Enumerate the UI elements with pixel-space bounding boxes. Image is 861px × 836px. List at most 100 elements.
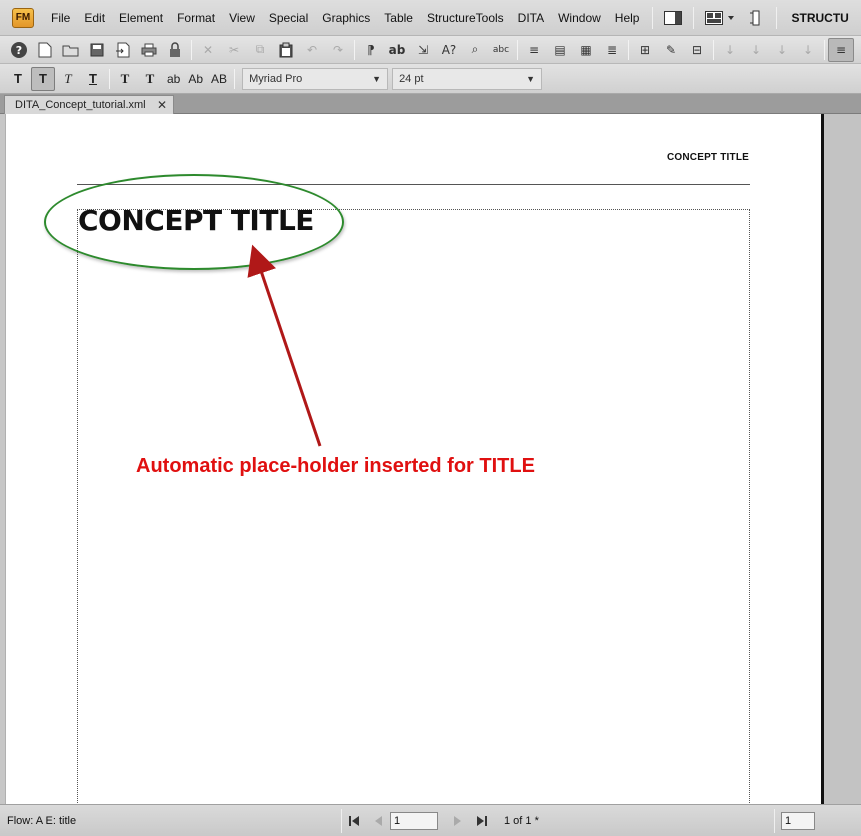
font-family-value: Myriad Pro <box>249 72 303 85</box>
menu-view[interactable]: View <box>222 7 262 29</box>
page-number-input[interactable] <box>390 811 438 830</box>
align-justify-icon[interactable]: ≣ <box>599 38 625 62</box>
italic-button[interactable]: T <box>56 67 80 91</box>
annotation-ellipse <box>44 174 344 270</box>
font-size-value: 24 pt <box>399 72 424 85</box>
superscript-button[interactable]: T <box>113 67 137 91</box>
panel-layout-icon[interactable] <box>663 9 683 27</box>
element-catalog-icon[interactable]: ⊟ <box>684 38 710 62</box>
page-count: 1 of 1 * <box>504 814 539 827</box>
font-family-select[interactable]: Myriad Pro ▼ <box>242 67 389 90</box>
close-icon[interactable]: ✕ <box>157 98 167 112</box>
uppercase-button[interactable]: AB <box>207 67 231 91</box>
lock-icon[interactable] <box>162 38 188 62</box>
align-center-icon[interactable]: ≡ <box>521 38 547 62</box>
toolbar-separator <box>824 39 825 60</box>
menu-separator <box>776 6 778 29</box>
arrow-down-icon[interactable]: ↓ <box>769 38 795 62</box>
spell-check-icon[interactable]: abc <box>488 38 514 62</box>
paragraph-icon[interactable]: ▤ <box>547 38 573 62</box>
table-icon[interactable]: ▦ <box>573 38 599 62</box>
status-separator <box>774 808 775 833</box>
lowercase-button[interactable]: ab <box>163 67 184 91</box>
standard-toolbar: ? ✕ ✂ ⧉ ↶ ↷ ⁋ ab ⇲ A? ⌕ abc ≡ ▤ ▦ ≣ ⊞ ✎ … <box>0 36 861 64</box>
chevron-down-icon: ▼ <box>526 73 536 84</box>
menu-special[interactable]: Special <box>262 7 315 29</box>
toolbar-separator <box>628 39 629 60</box>
find-icon[interactable]: A? <box>436 38 462 62</box>
arrow-down-icon[interactable]: ↓ <box>717 38 743 62</box>
toolbar-separator <box>109 68 110 89</box>
document-canvas: CONCEPT TITLE CONCEPT TITLE Automatic pl… <box>0 114 861 809</box>
workspace-label[interactable]: STRUCTU <box>791 11 848 25</box>
edit-attributes-icon[interactable]: ✎ <box>658 38 684 62</box>
menu-file[interactable]: File <box>44 7 77 29</box>
right-gutter <box>824 114 861 804</box>
menu-help[interactable]: Help <box>608 7 647 29</box>
menu-element[interactable]: Element <box>112 7 170 29</box>
spelling-icon[interactable]: ab <box>384 38 410 62</box>
open-folder-icon[interactable] <box>58 38 84 62</box>
insert-cross-ref-icon[interactable]: ⇲ <box>410 38 436 62</box>
bold-button[interactable]: T <box>31 66 55 91</box>
help-icon[interactable]: ? <box>6 38 32 62</box>
menu-separator <box>693 6 695 29</box>
save-icon[interactable] <box>84 38 110 62</box>
arrow-down-icon[interactable]: ↓ <box>743 38 769 62</box>
plain-text-button[interactable]: T <box>6 67 30 91</box>
document-split-icon[interactable] <box>746 9 766 27</box>
cut-icon[interactable]: ✂ <box>221 38 247 62</box>
menu-format[interactable]: Format <box>170 7 222 29</box>
font-size-select[interactable]: 24 pt ▼ <box>392 67 543 90</box>
underline-button[interactable]: T <box>81 67 105 91</box>
copy-icon[interactable]: ⧉ <box>247 38 273 62</box>
svg-text:?: ? <box>16 44 22 57</box>
menu-window[interactable]: Window <box>551 7 608 29</box>
quotes-icon[interactable]: ⁋ <box>358 38 384 62</box>
menu-edit[interactable]: Edit <box>77 7 112 29</box>
delete-icon[interactable]: ✕ <box>195 38 221 62</box>
running-header-title: CONCEPT TITLE <box>666 152 749 163</box>
document-page[interactable]: CONCEPT TITLE CONCEPT TITLE Automatic pl… <box>5 114 821 809</box>
document-tab-bar: DITA_Concept_tutorial.xml ✕ <box>0 94 861 114</box>
text-frame[interactable] <box>77 209 750 809</box>
chevron-down-icon: ▼ <box>372 73 382 84</box>
menu-table[interactable]: Table <box>377 7 420 29</box>
arrow-down-icon[interactable]: ↓ <box>795 38 821 62</box>
new-document-icon[interactable] <box>32 38 58 62</box>
menu-separator <box>652 6 654 29</box>
next-page-icon[interactable] <box>446 809 470 833</box>
tab-dita-concept-tutorial[interactable]: DITA_Concept_tutorial.xml ✕ <box>4 95 174 114</box>
formatting-toolbar: T T T T T T ab Ab AB Myriad Pro ▼ 24 pt … <box>0 64 861 94</box>
import-icon[interactable] <box>110 38 136 62</box>
toolbar-separator <box>191 39 192 60</box>
previous-page-icon[interactable] <box>366 809 390 833</box>
toolbar-separator <box>517 39 518 60</box>
redo-icon[interactable]: ↷ <box>325 38 351 62</box>
align-left-icon[interactable]: ≡ <box>828 37 854 62</box>
toolbar-separator <box>713 39 714 60</box>
last-page-icon[interactable] <box>470 809 494 833</box>
menu-graphics[interactable]: Graphics <box>315 7 377 29</box>
framemaker-logo-icon: FM <box>12 7 34 28</box>
menu-structuretools[interactable]: StructureTools <box>420 7 511 29</box>
annotation-text: Automatic place-holder inserted for TITL… <box>136 455 535 477</box>
zoom-input[interactable] <box>781 811 815 830</box>
toolbar-separator <box>234 68 236 89</box>
menu-bar: FM File Edit Element Format View Special… <box>0 0 861 36</box>
flow-status: Flow: A E: title <box>7 814 77 827</box>
workspace-switcher-icon[interactable] <box>704 9 738 27</box>
tab-label: DITA_Concept_tutorial.xml <box>15 99 146 111</box>
toolbar-separator <box>354 39 355 60</box>
status-bar: Flow: A E: title 1 of 1 * <box>0 804 861 836</box>
paste-icon[interactable] <box>273 38 299 62</box>
menu-dita[interactable]: DITA <box>511 7 551 29</box>
undo-icon[interactable]: ↶ <box>299 38 325 62</box>
search-icon[interactable]: ⌕ <box>462 38 488 62</box>
subscript-button[interactable]: T <box>138 67 162 91</box>
insert-element-icon[interactable]: ⊞ <box>632 38 658 62</box>
first-page-icon[interactable] <box>342 809 366 833</box>
print-icon[interactable] <box>136 38 162 62</box>
app-window: FM File Edit Element Format View Special… <box>0 0 861 836</box>
initial-caps-button[interactable]: Ab <box>184 67 207 91</box>
